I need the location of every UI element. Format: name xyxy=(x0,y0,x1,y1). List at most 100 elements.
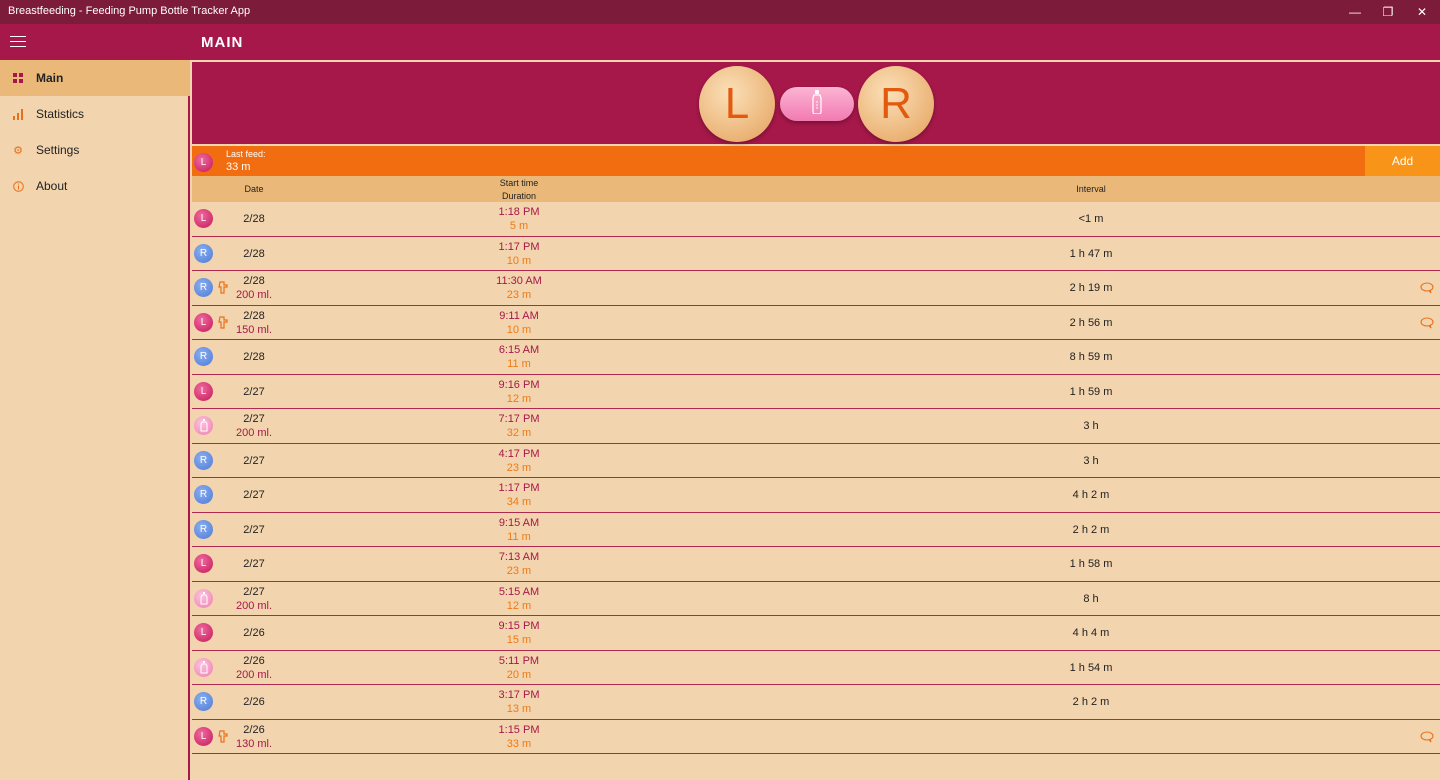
duration-value: 13 m xyxy=(506,703,532,715)
table-row[interactable]: 2/27 200 ml. 7:17 PM 32 m 3 h xyxy=(192,409,1440,444)
time-cell: 9:11 AM 10 m xyxy=(469,309,569,337)
interval-value: 4 h 2 m xyxy=(1072,489,1110,501)
side-badge: L xyxy=(194,623,213,642)
table-row[interactable]: 2/27 200 ml. 5:15 AM 12 m 8 h xyxy=(192,581,1440,616)
date-cell: 2/27 xyxy=(230,557,278,571)
table-row[interactable]: R 2/28 1:17 PM 10 m 1 h 47 m xyxy=(192,236,1440,271)
start-time-value: 5:15 AM xyxy=(498,585,540,598)
table-row[interactable]: R 2/26 3:17 PM 13 m 2 h 2 m xyxy=(192,685,1440,720)
date-cell: 2/27 xyxy=(230,488,278,502)
minimize-button[interactable]: — xyxy=(1338,0,1372,24)
interval-value: 4 h 4 m xyxy=(1072,627,1110,639)
main-content: L R L Last feed: 33 m Add Date Start tim… xyxy=(192,60,1440,780)
side-badge: R xyxy=(194,692,213,711)
sidebar-item-statistics[interactable]: Statistics xyxy=(0,96,190,132)
table-header: Date Start time Duration Interval xyxy=(192,176,1440,202)
left-button-label: L xyxy=(724,79,750,128)
time-cell: 1:17 PM 34 m xyxy=(469,481,569,509)
table-row[interactable]: R 2/27 1:17 PM 34 m 4 h 2 m xyxy=(192,478,1440,513)
amount-value: 200 ml. xyxy=(235,289,273,301)
interval-value: 3 h xyxy=(1083,454,1099,467)
comment-icon[interactable] xyxy=(1420,281,1434,299)
date-value: 2/27 xyxy=(243,385,265,398)
interval-header: Interval xyxy=(1076,184,1106,194)
table-row[interactable]: R 2/28 200 ml. 11:30 AM 23 m 2 h 19 m xyxy=(192,271,1440,306)
date-cell: 2/28 xyxy=(230,350,278,364)
duration-value: 12 m xyxy=(506,392,532,405)
duration-value: 11 m xyxy=(507,358,531,370)
last-feed-bar: L Last feed: 33 m Add xyxy=(192,146,1440,176)
bottle-button[interactable] xyxy=(780,87,854,121)
date-cell: 2/28 xyxy=(230,247,278,261)
side-badge: L xyxy=(194,209,213,228)
sidebar-item-about[interactable]: About xyxy=(0,168,190,204)
amount-value: 200 ml. xyxy=(235,427,273,439)
pump-icon xyxy=(218,729,229,746)
comment-icon[interactable] xyxy=(1420,316,1434,334)
date-cell: 2/27 xyxy=(230,523,278,537)
table-row[interactable]: 2/26 200 ml. 5:11 PM 20 m 1 h 54 m xyxy=(192,650,1440,685)
last-feed-value: 33 m xyxy=(226,161,251,173)
side-badge: R xyxy=(194,243,213,263)
duration-value: 23 m xyxy=(506,565,532,577)
duration-value: 11 m xyxy=(507,530,531,543)
date-cell: 2/26 200 ml. xyxy=(230,654,278,682)
date-value: 2/28 xyxy=(243,213,265,225)
table-row[interactable]: L 2/26 9:15 PM 15 m 4 h 4 m xyxy=(192,616,1440,651)
duration-header: Duration xyxy=(501,191,537,201)
table-row[interactable]: R 2/27 4:17 PM 23 m 3 h xyxy=(192,443,1440,478)
table-row[interactable]: L 2/26 130 ml. 1:15 PM 33 m xyxy=(192,719,1440,754)
feed-list: L 2/28 1:18 PM 5 m <1 m R 2/28 1:17 PM 10 m1 h 4… xyxy=(192,202,1440,754)
amount-value: 200 ml. xyxy=(235,668,273,681)
time-cell: 7:17 PM 32 m xyxy=(469,412,569,440)
interval-value: 2 h 19 m xyxy=(1069,282,1113,294)
date-cell: 2/28 200 ml. xyxy=(230,274,278,302)
left-breast-button[interactable]: L xyxy=(699,66,775,142)
duration-value: 34 m xyxy=(506,496,532,508)
feed-controls: L R xyxy=(192,60,1440,144)
comment-icon[interactable] xyxy=(1420,730,1434,748)
side-badge: L xyxy=(194,554,213,573)
time-cell: 9:16 PM 12 m xyxy=(469,378,569,406)
time-cell: 6:15 AM 11 m xyxy=(469,343,569,371)
side-badge: R xyxy=(194,450,213,470)
amount-value: 200 ml. xyxy=(235,599,273,612)
start-time-value: 1:17 PM xyxy=(498,482,540,494)
start-time-value: 7:13 AM xyxy=(498,551,540,563)
last-feed-label: Last feed: xyxy=(226,149,266,159)
date-cell: 2/27 200 ml. xyxy=(230,585,278,613)
time-cell: 1:18 PM 5 m xyxy=(469,205,569,233)
table-row[interactable]: R 2/27 9:15 AM 11 m 2 h 2 m xyxy=(192,512,1440,547)
duration-value: 10 m xyxy=(506,323,532,336)
date-cell: 2/26 130 ml. xyxy=(230,723,278,751)
maximize-button[interactable]: ❐ xyxy=(1371,0,1405,24)
interval-value: 1 h 59 m xyxy=(1069,385,1113,398)
table-row[interactable]: R 2/28 6:15 AM 11 m 8 h 59 m xyxy=(192,340,1440,375)
interval-value: <1 m xyxy=(1078,213,1104,225)
add-button[interactable]: Add xyxy=(1365,146,1440,176)
duration-value: 10 m xyxy=(506,254,532,267)
title-bar: Breastfeeding - Feeding Pump Bottle Trac… xyxy=(0,0,1440,24)
date-value: 2/28 xyxy=(243,309,265,322)
start-time-value: 1:17 PM xyxy=(498,240,540,253)
table-row[interactable]: L 2/27 9:16 PM 12 m 1 h 59 m xyxy=(192,374,1440,409)
date-value: 2/27 xyxy=(243,558,265,570)
hamburger-menu-icon[interactable] xyxy=(8,32,28,52)
sidebar-item-settings[interactable]: ⚙ Settings xyxy=(0,132,190,168)
table-row[interactable]: L 2/28 1:18 PM 5 m <1 m xyxy=(192,202,1440,237)
sidebar-item-main[interactable]: Main xyxy=(0,60,190,96)
date-value: 2/27 xyxy=(243,454,265,467)
table-row[interactable]: L 2/27 7:13 AM 23 m 1 h 58 m xyxy=(192,547,1440,582)
time-cell: 9:15 AM 11 m xyxy=(469,516,569,544)
date-value: 2/26 xyxy=(243,627,265,639)
close-button[interactable]: ✕ xyxy=(1405,0,1439,24)
time-cell: 3:17 PM 13 m xyxy=(469,688,569,716)
side-badge: L xyxy=(194,312,213,332)
bottle-feed-badge-icon xyxy=(194,657,213,677)
side-badge: R xyxy=(194,347,213,366)
right-breast-button[interactable]: R xyxy=(858,66,934,142)
date-cell: 2/26 xyxy=(230,626,278,640)
table-row[interactable]: L 2/28 150 ml. 9:11 AM 10 m 2 h 56 m xyxy=(192,305,1440,340)
date-cell: 2/26 xyxy=(230,695,278,709)
sidebar-item-label: About xyxy=(36,179,68,193)
